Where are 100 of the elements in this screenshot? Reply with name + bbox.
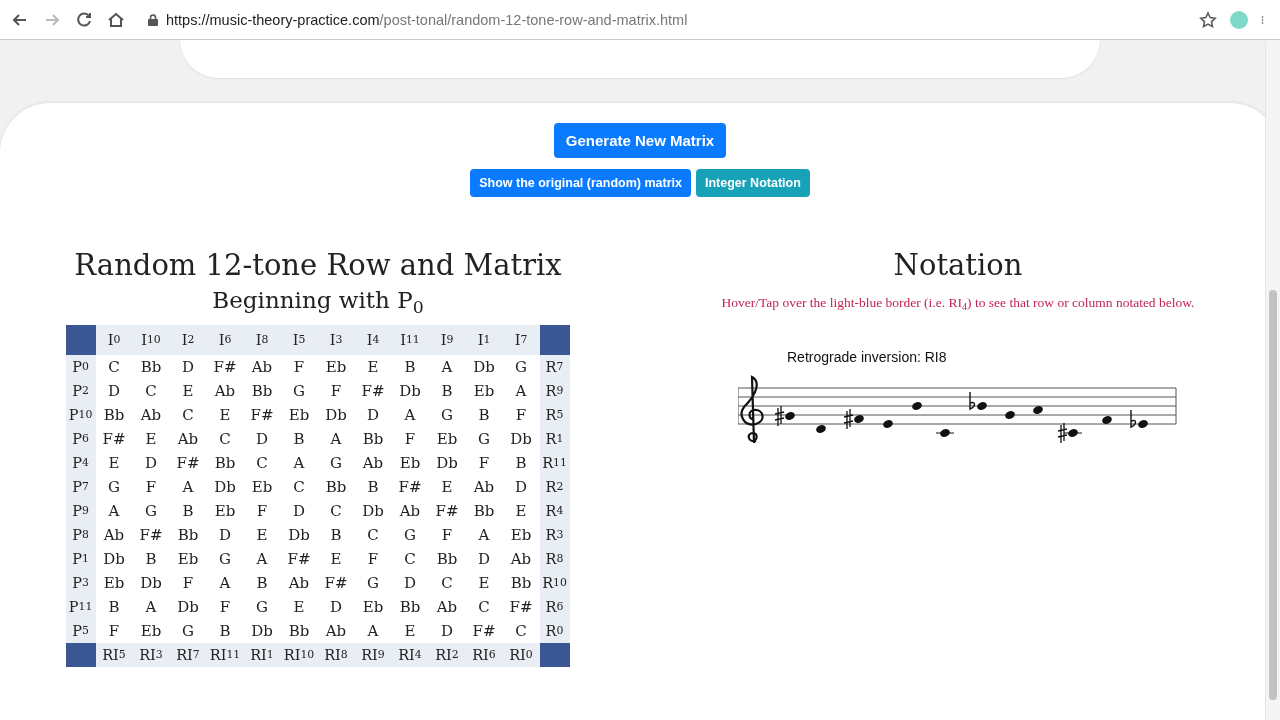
matrix-cell-text: A <box>255 549 269 570</box>
matrix-cell-text: G <box>107 477 121 498</box>
matrix-cell-text: F# <box>286 549 312 570</box>
matrix-cell-text: F# <box>323 573 349 594</box>
generate-button[interactable]: Generate New Matrix <box>553 123 727 158</box>
matrix-cell-text: C <box>255 453 269 474</box>
scrollbar-thumb[interactable] <box>1269 290 1277 700</box>
matrix-cell-text: Bb <box>398 597 422 618</box>
matrix-cell-text: E <box>292 597 306 618</box>
matrix-cell-text: D <box>514 477 528 498</box>
scrollbar[interactable] <box>1265 41 1280 720</box>
matrix-cell-text: C <box>181 405 195 426</box>
matrix-cell-text: E <box>218 405 232 426</box>
star-icon[interactable] <box>1198 9 1218 30</box>
matrix-cell-text: F <box>440 525 454 546</box>
matrix-cell-text: C <box>144 381 158 402</box>
matrix-cell-text: B <box>181 501 195 522</box>
matrix-cell-text: Bb <box>324 477 348 498</box>
matrix-cell-text: A <box>144 597 158 618</box>
matrix-cell-text: Bb <box>213 453 237 474</box>
matrix-cell-text: Ab <box>287 573 311 594</box>
matrix-cell-text: C <box>366 525 380 546</box>
matrix-cell-text: Bb <box>509 573 533 594</box>
matrix-cell-text: B <box>255 573 269 594</box>
corner-cell <box>539 325 570 355</box>
matrix-cell-text: C <box>403 549 417 570</box>
matrix-cell-text: D <box>107 381 121 402</box>
matrix-cell-text: Eb <box>102 573 126 594</box>
matrix-cell-text: Eb <box>435 429 459 450</box>
matrix-cell-text: B <box>440 381 454 402</box>
matrix-cell-text: Ab <box>472 477 496 498</box>
matrix-cell-text: Db <box>361 501 385 522</box>
matrix-cell-text: Eb <box>213 501 237 522</box>
matrix-cell-text: A <box>292 453 306 474</box>
matrix-cell-text: G <box>329 453 343 474</box>
notation-title: Notation <box>893 247 1023 284</box>
matrix-cell-text: Db <box>287 525 311 546</box>
matrix-cell-text: C <box>292 477 306 498</box>
matrix-cell-text: Eb <box>324 357 348 378</box>
matrix-cell-text: B <box>218 621 232 642</box>
matrix-cell-text: G <box>144 501 158 522</box>
matrix-cell-text: F <box>329 381 343 402</box>
matrix-cell-text: Ab <box>102 525 126 546</box>
corner-cell <box>65 643 96 667</box>
matrix-cell-text: E <box>514 501 528 522</box>
matrix-cell-text: Bb <box>361 429 385 450</box>
matrix-cell-text: F <box>292 357 306 378</box>
matrix-cell-text: A <box>440 357 454 378</box>
matrix-subtitle: Beginning with P$_{0}$ <box>212 286 424 315</box>
matrix-cell-text: F# <box>249 405 275 426</box>
matrix-cell-text: E <box>255 525 269 546</box>
matrix-cell-text: E <box>144 429 158 450</box>
matrix-cell-text: Bb <box>250 381 274 402</box>
corner-cell <box>65 325 96 355</box>
matrix-cell-text: C <box>218 429 232 450</box>
corner-cell <box>539 643 570 667</box>
matrix-cell-text: A <box>403 405 417 426</box>
matrix-cell-text: Eb <box>139 621 163 642</box>
matrix-cell-text: Db <box>139 573 163 594</box>
matrix-cell-text: C <box>329 501 343 522</box>
matrix-cell-text: B <box>144 549 158 570</box>
matrix-cell-text: B <box>477 405 491 426</box>
extension-icon[interactable] <box>1230 10 1248 29</box>
matrix-cell-text: Eb <box>472 381 496 402</box>
matrix-cell-text: A <box>514 381 528 402</box>
matrix-cell-text: B <box>514 453 528 474</box>
matrix-cell-text: A <box>107 501 121 522</box>
matrix-cell-text: D <box>255 429 269 450</box>
matrix-cell-text: E <box>181 381 195 402</box>
matrix-cell-text: D <box>144 453 158 474</box>
matrix-cell-text: G <box>255 597 269 618</box>
matrix-cell-text: A <box>329 429 343 450</box>
matrix-cell-text: F <box>477 453 491 474</box>
matrix-cell-text: Db <box>509 429 533 450</box>
matrix-cell-text: Eb <box>176 549 200 570</box>
matrix-cell-text: Bb <box>139 357 163 378</box>
matrix-cell-text: F <box>514 405 528 426</box>
matrix-cell-text: F# <box>360 381 386 402</box>
matrix-cell-text: G <box>366 573 380 594</box>
matrix-cell-text: Bb <box>102 405 126 426</box>
matrix-cell-text: C <box>440 573 454 594</box>
matrix-cell-text: Ab <box>435 597 459 618</box>
matrix-cell-text: E <box>403 621 417 642</box>
matrix-cell-text: A <box>181 477 195 498</box>
matrix-cell-text: Ab <box>250 357 274 378</box>
staff-label: Retrograde inversion: RI8 <box>787 349 948 365</box>
matrix-cell-text: D <box>218 525 232 546</box>
matrix-cell-text: F <box>218 597 232 618</box>
matrix-cell-text: Bb <box>287 621 311 642</box>
matrix-cell-text: B <box>403 357 417 378</box>
lock-icon <box>148 13 158 26</box>
matrix-cell-text: Eb <box>361 597 385 618</box>
toggle-button[interactable]: Show the original (random) matrix <box>470 169 691 197</box>
matrix-cell-text: G <box>440 405 454 426</box>
matrix-cell-text: Eb <box>509 525 533 546</box>
matrix-cell-text: Ab <box>361 453 385 474</box>
matrix-cell-text: Bb <box>472 501 496 522</box>
matrix-cell-text: G <box>218 549 232 570</box>
matrix-cell-text: C <box>107 357 121 378</box>
matrix-cell-text: D <box>329 597 343 618</box>
